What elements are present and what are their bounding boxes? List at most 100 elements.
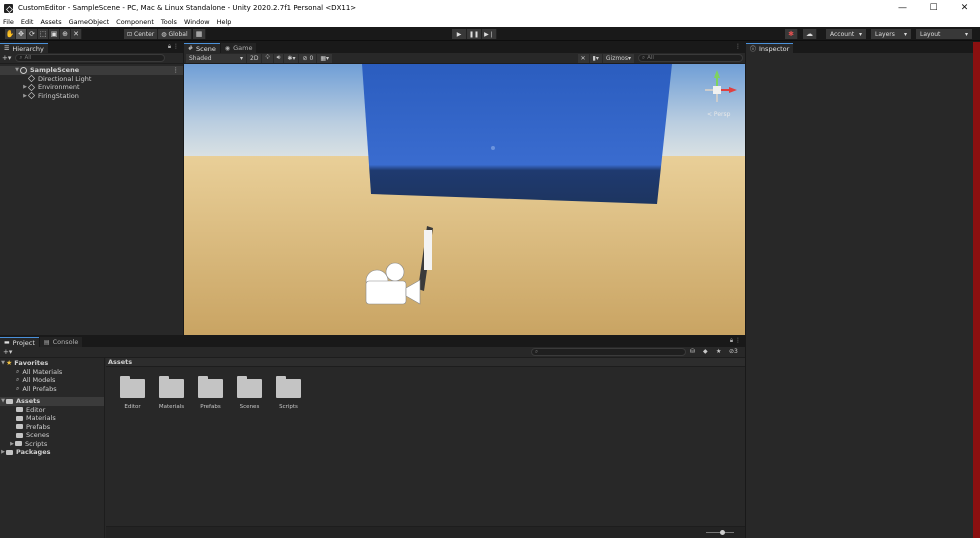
pause-button[interactable]: ❚❚	[467, 29, 482, 39]
minimize-button[interactable]: —	[887, 3, 918, 13]
folder-icon	[237, 376, 262, 398]
unity-logo-icon	[4, 3, 13, 13]
shading-dropdown[interactable]: Shaded ▾	[186, 53, 246, 63]
maximize-button[interactable]: ☐	[918, 3, 949, 13]
lighting-toggle-icon[interactable]: 💡︎	[262, 53, 273, 63]
tab-hierarchy[interactable]: ☰ Hierarchy	[0, 43, 48, 53]
folder-icon	[16, 424, 23, 430]
scene-lock-icon[interactable]: ⋮	[735, 43, 741, 50]
move-tool-icon[interactable]: ✥	[16, 29, 27, 39]
project-footer	[106, 526, 745, 538]
menu-tools[interactable]: Tools	[161, 18, 177, 26]
hand-tool-icon[interactable]: ✋	[5, 29, 16, 39]
tree-row-firingstation[interactable]: ▶ FiringStation	[0, 92, 183, 101]
grid-toggle-icon[interactable]: ▦▾	[317, 53, 333, 63]
menu-edit[interactable]: Edit	[21, 18, 34, 26]
tree-row-editor[interactable]: Editor	[0, 406, 104, 415]
perspective-label[interactable]: < Persp	[707, 111, 731, 118]
gameobject-icon	[27, 83, 36, 91]
lock-icon[interactable]: 🔒︎ ⋮	[168, 43, 179, 51]
project-search-input[interactable]: ⌕	[531, 348, 686, 356]
rect-tool-icon[interactable]: ▣	[49, 29, 60, 39]
tab-project[interactable]: ▬ Project	[0, 337, 39, 347]
favorite-star-icon[interactable]: ★	[716, 348, 721, 355]
blue-wall	[362, 64, 672, 204]
pivot-toggle[interactable]: ⊡ Center	[124, 29, 159, 39]
tab-console[interactable]: ▤ Console	[39, 337, 83, 347]
tree-row-all-models[interactable]: ⌕ All Models	[0, 376, 104, 385]
audio-toggle-icon[interactable]: 🔊︎	[273, 53, 284, 63]
menu-gameobject[interactable]: GameObject	[69, 18, 110, 26]
project-lock-icon[interactable]: 🔒︎ ⋮	[730, 337, 741, 345]
scene-search-input[interactable]: ⌕ All	[638, 54, 743, 62]
tree-row-packages[interactable]: ▶ Packages	[0, 448, 104, 457]
tab-inspector[interactable]: ⓘ Inspector	[746, 43, 794, 53]
scene-render[interactable]: < Persp	[184, 64, 745, 335]
tree-row-directional-light[interactable]: Directional Light	[0, 75, 183, 84]
add-button[interactable]: +▾	[2, 54, 11, 62]
folder-icon	[276, 376, 301, 398]
asset-folder-editor[interactable]: Editor	[113, 376, 152, 410]
pivot-group: ⊡ Center ◍ Global	[124, 29, 192, 39]
step-button[interactable]: ▶❘	[482, 29, 497, 39]
project-assets-view: Assets Editor Materials Prefabs Scenes S…	[106, 358, 745, 538]
hierarchy-search-input[interactable]: ⌕ All	[15, 54, 166, 62]
menu-window[interactable]: Window	[184, 18, 210, 26]
menu-component[interactable]: Component	[116, 18, 154, 26]
rotate-tool-icon[interactable]: ⟳	[27, 29, 38, 39]
layout-dropdown[interactable]: Layout ▾	[916, 29, 972, 39]
grid-snap-icon[interactable]: ▦	[193, 29, 206, 39]
search-icon: ⌕	[19, 54, 23, 61]
close-button[interactable]: ✕	[949, 3, 980, 13]
star-icon: ★	[6, 359, 13, 368]
scale-tool-icon[interactable]: ⬚	[38, 29, 49, 39]
assets-breadcrumb: Assets	[106, 358, 745, 367]
transform-tool-icon[interactable]: ⊕	[60, 29, 71, 39]
tree-row-assets[interactable]: ▼ Assets	[0, 397, 104, 406]
asset-folder-prefabs[interactable]: Prefabs	[191, 376, 230, 410]
asset-folder-scripts[interactable]: Scripts	[269, 376, 308, 410]
tree-row-all-prefabs[interactable]: ⌕ All Prefabs	[0, 385, 104, 394]
tree-row-scene[interactable]: ▼ SampleScene ⋮	[0, 66, 183, 75]
account-dropdown[interactable]: Account ▾	[826, 29, 866, 39]
effects-toggle-icon[interactable]: ✱▾	[284, 53, 299, 63]
search-icon: ⌕	[16, 367, 20, 375]
menu-help[interactable]: Help	[217, 18, 232, 26]
hidden-packages-toggle[interactable]: ⊘3	[729, 348, 738, 355]
scene-menu-icon[interactable]: ⋮	[173, 66, 180, 74]
menu-file[interactable]: File	[3, 18, 14, 26]
asset-folder-scenes[interactable]: Scenes	[230, 376, 269, 410]
tools-icon[interactable]: ✕	[577, 53, 589, 63]
inspector-panel: ⓘ Inspector	[746, 42, 980, 538]
tree-row-all-materials[interactable]: ⌕ All Materials	[0, 368, 104, 377]
layers-dropdown[interactable]: Layers ▾	[871, 29, 911, 39]
play-button[interactable]: ▶	[452, 29, 467, 39]
tree-row-favorites[interactable]: ▼ ★ Favorites	[0, 359, 104, 368]
tree-row-scenes[interactable]: Scenes	[0, 431, 104, 440]
unity-scene-icon	[20, 66, 27, 74]
tree-row-environment[interactable]: ▶ Environment	[0, 83, 183, 92]
collab-icon[interactable]: ✱	[785, 29, 798, 39]
filter-label-icon[interactable]: ◆	[703, 348, 708, 355]
custom-tool-icon[interactable]: ✕	[71, 29, 82, 39]
tree-row-scripts[interactable]: ▶ Scripts	[0, 440, 104, 449]
tree-row-prefabs[interactable]: Prefabs	[0, 423, 104, 432]
menu-assets[interactable]: Assets	[40, 18, 61, 26]
folder-icon	[198, 376, 223, 398]
playmode-controls: ▶ ❚❚ ▶❘	[452, 29, 497, 39]
tree-row-materials[interactable]: Materials	[0, 414, 104, 423]
project-panel: ▬ Project ▤ Console 🔒︎ ⋮ +▾ ⌕ ⛁ ◆ ★ ⊘3 ▼ ★…	[0, 336, 745, 538]
gizmos-dropdown[interactable]: Gizmos ▾	[602, 53, 634, 63]
scene-viewport[interactable]: < Persp	[184, 64, 745, 335]
hidden-objects-toggle[interactable]: ⊘ 0	[299, 53, 317, 63]
filter-type-icon[interactable]: ⛁	[690, 348, 695, 355]
project-add-button[interactable]: +▾	[3, 348, 12, 356]
camera-settings-icon[interactable]: ▮▾	[589, 53, 602, 63]
tab-scene[interactable]: # Scene	[184, 43, 220, 53]
cloud-icon[interactable]: ☁	[803, 29, 817, 39]
icon-size-slider-handle[interactable]	[720, 530, 725, 535]
tab-game[interactable]: ◉ Game	[220, 43, 257, 53]
space-toggle[interactable]: ◍ Global	[158, 29, 192, 39]
toggle-2d-button[interactable]: 2D	[247, 53, 262, 63]
asset-folder-materials[interactable]: Materials	[152, 376, 191, 410]
